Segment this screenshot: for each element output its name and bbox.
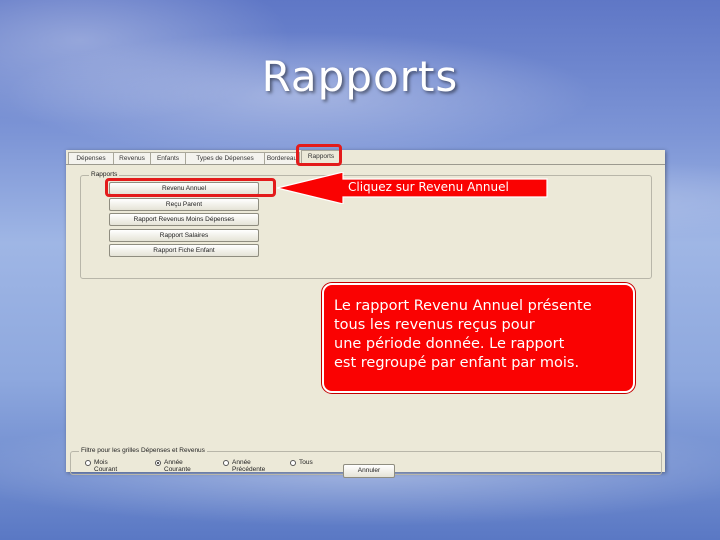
filter-group: Filtre pour les grilles Dépenses et Reve…	[70, 447, 662, 478]
radio-label-line1: Tous	[299, 459, 313, 466]
tab-revenus[interactable]: Revenus	[113, 152, 151, 164]
tab-bar: Dépenses Revenus Enfants Types de Dépens…	[66, 150, 665, 165]
radio-mois-courant-label: Mois Courant	[94, 459, 118, 473]
radio-tous-dot[interactable]	[290, 460, 296, 466]
tab-depenses[interactable]: Dépenses	[68, 152, 114, 164]
radio-annee-courante[interactable]: Année Courante	[155, 459, 191, 473]
arrow-callout-text: Cliquez sur Revenu Annuel	[348, 180, 509, 194]
rapport-fiche-enfant-button[interactable]: Rapport Fiche Enfant	[109, 244, 259, 257]
radio-annee-courante-dot[interactable]	[155, 460, 161, 466]
filter-group-title: Filtre pour les grilles Dépenses et Reve…	[79, 447, 207, 454]
tab-types-depenses[interactable]: Types de Dépenses	[185, 152, 265, 164]
info-line: Le rapport Revenu Annuel présente	[334, 298, 592, 314]
radio-tous-label: Tous	[299, 459, 313, 467]
radio-mois-courant[interactable]: Mois Courant	[85, 459, 118, 473]
radio-label-line2: Précédente	[232, 465, 266, 473]
radio-label-line2: Courante	[164, 465, 191, 473]
radio-annee-precedente-dot[interactable]	[223, 460, 229, 466]
radio-mois-courant-dot[interactable]	[85, 460, 91, 466]
tab-enfants[interactable]: Enfants	[150, 152, 186, 164]
info-callout-box: Le rapport Revenu Annuel présente tous l…	[322, 283, 635, 393]
info-line: tous les revenus reçus pour	[334, 317, 535, 333]
radio-annee-precedente-label: Année Précédente	[232, 459, 266, 473]
rapport-salaires-button[interactable]: Rapport Salaires	[109, 229, 259, 242]
tab-bordereau[interactable]: Bordereau	[264, 152, 300, 164]
radio-annee-courante-label: Année Courante	[164, 459, 191, 473]
radio-tous[interactable]: Tous	[290, 459, 313, 467]
info-line: une période donnée. Le rapport	[334, 336, 565, 352]
revenus-moins-depenses-button[interactable]: Rapport Revenus Moins Dépenses	[109, 213, 259, 226]
tab-highlight-box	[296, 144, 342, 166]
radio-label-line2: Courant	[94, 465, 118, 473]
slide-title: Rapports	[261, 52, 459, 101]
reports-group-title: Rapports	[89, 171, 120, 178]
annuler-button[interactable]: Annuler	[343, 464, 395, 478]
radio-annee-precedente[interactable]: Année Précédente	[223, 459, 266, 473]
button-highlight-box	[105, 178, 276, 197]
recu-parent-button[interactable]: Reçu Parent	[109, 198, 259, 211]
info-line: est regroupé par enfant par mois.	[334, 355, 580, 371]
